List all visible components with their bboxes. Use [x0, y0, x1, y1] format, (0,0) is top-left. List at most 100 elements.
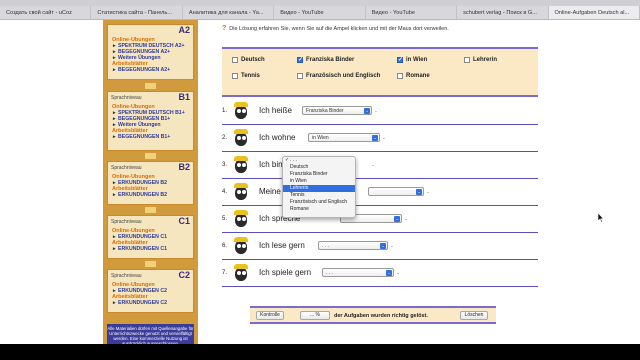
down-arrow-icon [145, 261, 156, 267]
ant-traffic-light-icon[interactable] [232, 101, 250, 121]
browser-tab-bar: Создать свой сайт - uCoz Статистика сайт… [0, 6, 640, 20]
checkbox[interactable] [232, 57, 238, 63]
ant-traffic-light-icon[interactable] [232, 236, 250, 256]
ant-traffic-light-icon[interactable] [232, 182, 250, 202]
browser-tab[interactable]: schubert verlag - Поиск в G... [457, 6, 549, 19]
word-option[interactable]: Deutsch [232, 57, 265, 63]
dropdown-option[interactable]: Französisch und Englisch [283, 199, 355, 206]
help-label: Die Lösung erfahren Sie, wenn Sie auf di… [229, 26, 449, 32]
clear-button[interactable]: Löschen [460, 311, 488, 320]
exercise-row: 5. Ich spreche ⌄ . [222, 206, 538, 233]
dropdown-option[interactable]: in Wien [283, 178, 355, 185]
sentence-end: . [405, 215, 407, 222]
sidebar-link[interactable]: ERKUNDUNGEN B2 [108, 180, 193, 186]
sentence-end: . [383, 134, 385, 141]
browser-tab[interactable]: Аналитика для канала - Ya... [183, 6, 275, 19]
exercise-row: 4. Meine ⌄ . [222, 179, 538, 206]
chevron-down-icon: ⌄ [386, 270, 392, 276]
word-option[interactable]: in Wien [397, 56, 428, 63]
checkbox-checked[interactable] [397, 56, 403, 63]
word-label: in Wien [406, 57, 428, 63]
sidebar-link[interactable]: ERKUNDUNGEN B2 [108, 192, 193, 198]
select-value: . . . [322, 243, 329, 249]
checkbox[interactable] [397, 73, 403, 79]
dropdown-option[interactable]: Franziska Binder [283, 171, 355, 178]
answer-select[interactable]: . . . ⌄ [322, 268, 394, 277]
ant-traffic-light-icon[interactable] [232, 155, 250, 175]
browser-tab-active[interactable]: Online-Aufgaben Deutsch al... [548, 6, 640, 19]
question-icon: ? [222, 25, 227, 32]
sidebar-link[interactable]: ERKUNDUNGEN C1 [108, 234, 193, 240]
level-block-a2: A2 Online-Übungen SPEKTRUM DEUTSCH A2+ B… [107, 24, 194, 80]
level-badge: B1 [178, 92, 190, 102]
level-badge: A2 [178, 25, 190, 35]
score-text: der Aufgaben wurden richtig gelöst. [334, 313, 428, 319]
word-option[interactable]: Tennis [232, 73, 260, 79]
answer-select[interactable]: Franziska Binder ⌄ [302, 106, 372, 115]
exercise-row: 6. Ich lese gern . . . ⌄ . [222, 233, 538, 260]
answer-select[interactable]: in Wien ⌄ [308, 133, 380, 142]
word-option[interactable]: Französisch und Englisch [297, 73, 380, 79]
result-bar: Kontrolle ... % der Aufgaben wurden rich… [250, 306, 496, 324]
checkbox-checked[interactable] [297, 56, 303, 63]
browser-tab[interactable]: Видео - YouTube [366, 6, 458, 19]
usage-note: Alle Materialien dürfen mit Quellenangab… [107, 324, 194, 344]
sidebar-link[interactable]: BEGEGNUNGEN B1+ [108, 134, 193, 140]
down-arrow-icon [145, 153, 156, 159]
exercise-number: 1. [222, 108, 228, 114]
exercise-row: 2. Ich wohne in Wien ⌄ . [222, 125, 538, 152]
word-option[interactable]: Lehrerin [464, 57, 497, 63]
sentence-start: Ich bin [259, 160, 283, 169]
browser-tab[interactable]: Создать свой сайт - uCoz [0, 6, 92, 19]
exercise-area: ? Die Lösung erfahren Sie, wenn Sie auf d… [210, 20, 538, 344]
help-text: ? Die Lösung erfahren Sie, wenn Sie auf d… [222, 25, 449, 32]
ant-traffic-light-icon[interactable] [232, 128, 250, 148]
sidebar: A2 Online-Übungen SPEKTRUM DEUTSCH A2+ B… [103, 20, 198, 344]
dropdown-option[interactable]: Tennis [283, 192, 355, 199]
browser-tab[interactable]: Видео - YouTube [274, 6, 366, 19]
sentence-end: . [372, 161, 374, 168]
score-field: ... % [300, 311, 330, 320]
sidebar-link[interactable]: ERKUNDUNGEN C2 [108, 300, 193, 306]
exercise-row: 3. Ich bin . [222, 152, 538, 179]
dropdown-option[interactable]: Romane [283, 206, 355, 213]
cropped-text [240, 20, 440, 21]
checkbox[interactable] [297, 73, 303, 79]
level-block-c2: Sprachniveau C2 Online-Übungen ERKUNDUNG… [107, 269, 194, 313]
dropdown-option-selected[interactable]: . . . [283, 157, 355, 164]
answer-select[interactable]: . . . ⌄ [318, 241, 388, 250]
exercise-number: 6. [222, 243, 228, 249]
level-block-b2: Sprachniveau B2 Online-Übungen ERKUNDUNG… [107, 161, 194, 205]
checkbox[interactable] [232, 73, 238, 79]
word-option[interactable]: Franziska Binder [297, 56, 354, 63]
ant-traffic-light-icon[interactable] [232, 263, 250, 283]
level-badge: C2 [178, 270, 190, 280]
answer-select[interactable]: ⌄ [368, 187, 424, 196]
level-label: Sprachniveau [111, 165, 142, 171]
word-option[interactable]: Romane [397, 73, 430, 79]
answer-dropdown-menu[interactable]: . . . Deutsch Franziska Binder in Wien L… [282, 156, 356, 218]
sidebar-link[interactable]: ERKUNDUNGEN C1 [108, 246, 193, 252]
word-label: Romane [406, 73, 430, 79]
dropdown-option[interactable]: Deutsch [283, 164, 355, 171]
ant-traffic-light-icon[interactable] [232, 209, 250, 229]
level-label: Sprachniveau [111, 219, 142, 225]
sentence-end: . [391, 242, 393, 249]
level-header: Sprachniveau B1 [108, 92, 193, 104]
word-label: Französisch und Englisch [306, 73, 381, 79]
sentence-end: . [397, 269, 399, 276]
level-label: Sprachniveau [111, 95, 142, 101]
dropdown-option-highlighted[interactable]: Lehrerin [283, 185, 355, 192]
word-label: Tennis [241, 73, 260, 79]
check-button[interactable]: Kontrolle [256, 311, 284, 320]
sentence-start: Ich spiele gern [259, 268, 312, 277]
sidebar-link[interactable]: BEGEGNUNGEN A2+ [108, 67, 193, 73]
sidebar-link[interactable]: Weitere Übungen [108, 122, 193, 128]
sidebar-link[interactable]: Weitere Übungen [108, 55, 193, 61]
exercise-number: 5. [222, 216, 228, 222]
level-header: Sprachniveau C1 [108, 216, 193, 228]
checkbox[interactable] [464, 57, 470, 63]
browser-tab[interactable]: Статистика сайта - Панель... [91, 6, 183, 19]
level-label: Sprachniveau [111, 273, 142, 279]
sidebar-link[interactable]: ERKUNDUNGEN C2 [108, 288, 193, 294]
